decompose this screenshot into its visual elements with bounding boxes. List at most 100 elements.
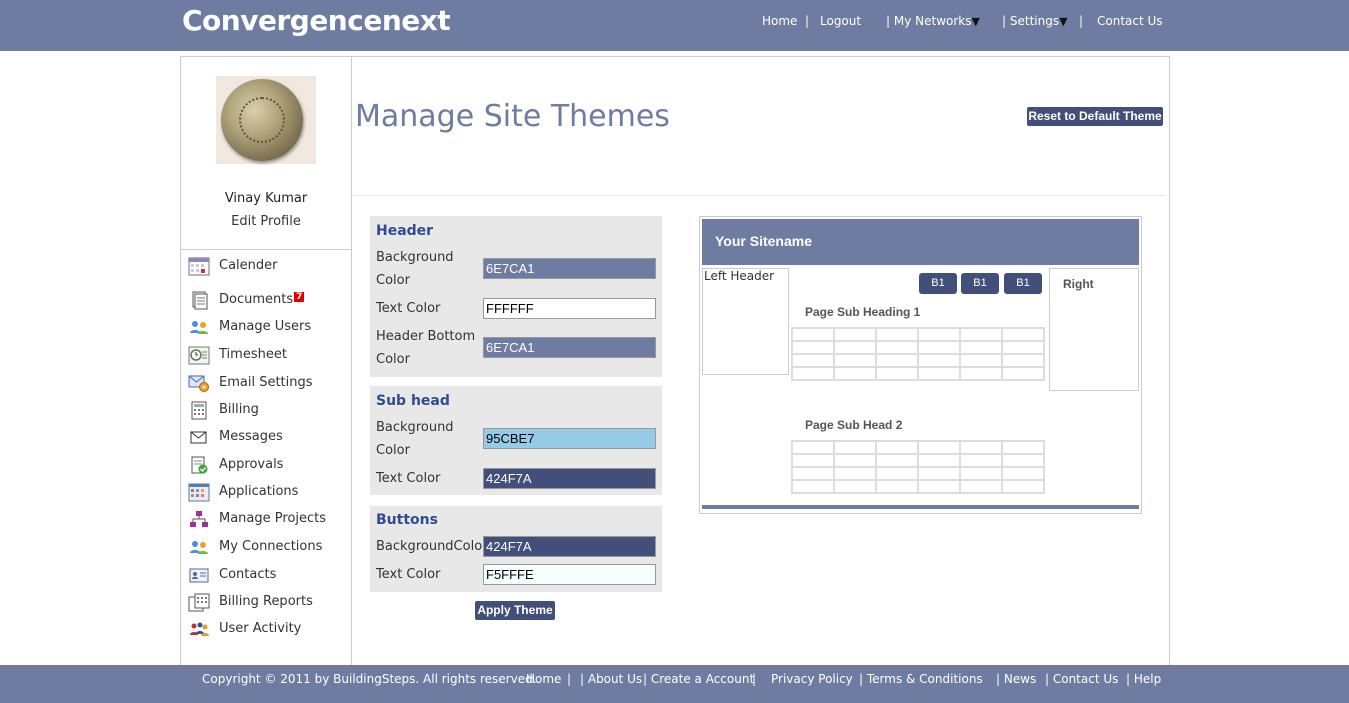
content-divider bbox=[353, 195, 1165, 196]
documents-icon bbox=[192, 291, 208, 310]
sidebar-item-label: Calender bbox=[219, 258, 278, 273]
sidebar-item-label: Billing Reports bbox=[219, 594, 313, 609]
subhead-text-color-label: Text Color bbox=[376, 471, 441, 486]
sidebar-item-billing-reports[interactable]: Billing Reports bbox=[185, 591, 349, 615]
sidebar-item-manage-projects[interactable]: Manage Projects bbox=[185, 508, 349, 532]
footer-privacy-link[interactable]: Privacy Policy bbox=[771, 672, 853, 686]
chevron-down-icon: ▼ bbox=[971, 15, 980, 28]
preview-button: B1 bbox=[919, 273, 957, 294]
nav-logout-link[interactable]: Logout bbox=[820, 14, 861, 28]
apply-theme-button[interactable]: Apply Theme bbox=[475, 601, 555, 620]
subhead-panel-title: Sub head bbox=[376, 393, 450, 409]
sidebar-divider bbox=[181, 249, 351, 250]
footer-terms-link[interactable]: | Terms & Conditions bbox=[859, 672, 983, 686]
footer-home-link[interactable]: Home bbox=[526, 672, 561, 686]
site-footer: Copyright © 2011 by BuildingSteps. All r… bbox=[0, 665, 1349, 703]
sidebar-item-label: Applications bbox=[219, 484, 299, 499]
nav-contact-link[interactable]: Contact Us bbox=[1097, 14, 1163, 28]
preview-sub-heading-2: Page Sub Head 2 bbox=[805, 418, 903, 432]
footer-create-account-link[interactable]: | Create a Account bbox=[643, 672, 754, 686]
sidebar-item-calender[interactable]: Calender bbox=[185, 255, 349, 279]
sidebar-item-applications[interactable]: Applications bbox=[185, 481, 349, 505]
buttons-text-color-input[interactable] bbox=[483, 564, 656, 585]
sidebar-item-my-connections[interactable]: My Connections bbox=[185, 536, 349, 560]
sidebar-item-label: Email Settings bbox=[219, 375, 313, 390]
billing-icon bbox=[191, 401, 207, 420]
page-title: Manage Site Themes bbox=[355, 99, 670, 134]
subhead-settings-panel: Sub head Background Color Text Color bbox=[370, 386, 662, 495]
footer-separator: | bbox=[752, 672, 757, 686]
preview-header: Your Sitename bbox=[702, 219, 1139, 265]
clock-icon bbox=[188, 346, 210, 365]
preview-sitename: Your Sitename bbox=[715, 233, 812, 249]
sidebar-item-label: Manage Users bbox=[219, 319, 312, 334]
header-text-color-input[interactable] bbox=[483, 298, 656, 319]
subhead-bg-label: Background bbox=[376, 420, 454, 435]
sidebar-item-user-activity[interactable]: User Activity bbox=[185, 618, 349, 642]
preview-right-label: Right bbox=[1063, 277, 1094, 291]
nav-home-link[interactable]: Home bbox=[762, 14, 797, 28]
preview-table-1 bbox=[791, 327, 1045, 381]
sidebar-item-billing[interactable]: Billing bbox=[185, 399, 349, 423]
nav-settings-link[interactable]: | Settings▼ bbox=[1002, 14, 1068, 28]
header-bg-color-input[interactable] bbox=[483, 258, 656, 279]
sidebar-item-label: Approvals bbox=[219, 457, 284, 472]
nav-my-networks-label: | My Networks bbox=[886, 14, 972, 28]
sidebar-item-manage-users[interactable]: Manage Users bbox=[185, 316, 349, 340]
sidebar: Vinay Kumar Edit Profile Calender Docume… bbox=[181, 57, 352, 665]
billing-reports-icon bbox=[188, 593, 210, 612]
sidebar-item-label: User Activity bbox=[219, 621, 302, 636]
header-bottom-label: Header Bottom bbox=[376, 329, 476, 344]
sidebar-item-approvals[interactable]: Approvals bbox=[185, 454, 349, 478]
sidebar-item-email-settings[interactable]: Email Settings bbox=[185, 372, 349, 396]
subhead-text-color-input[interactable] bbox=[483, 468, 656, 489]
edit-profile-link[interactable]: Edit Profile bbox=[181, 214, 351, 229]
preview-left-header: Left Header bbox=[702, 268, 789, 375]
main-frame: Vinay Kumar Edit Profile Calender Docume… bbox=[180, 56, 1170, 666]
sidebar-item-label: Timesheet bbox=[219, 347, 287, 362]
sidebar-item-messages[interactable]: Messages bbox=[185, 426, 349, 450]
top-nav: Home | Logout | My Networks▼ | Settings▼… bbox=[0, 14, 1349, 34]
envelope-icon bbox=[190, 431, 207, 444]
header-bg-label-2: Color bbox=[376, 273, 410, 288]
sidebar-item-documents[interactable]: Documents 7 bbox=[185, 289, 349, 313]
footer-about-link[interactable]: | About Us bbox=[580, 672, 642, 686]
coin-image bbox=[221, 79, 303, 161]
buttons-bg-label: BackgroundColor bbox=[376, 539, 488, 554]
sidebar-item-timesheet[interactable]: Timesheet bbox=[185, 344, 349, 368]
buttons-bg-color-input[interactable] bbox=[483, 536, 656, 557]
contacts-icon bbox=[189, 568, 209, 583]
users-icon bbox=[190, 321, 208, 334]
preview-sub-heading-1: Page Sub Heading 1 bbox=[805, 305, 921, 319]
chevron-down-icon: ▼ bbox=[1059, 15, 1068, 28]
header-settings-panel: Header Background Color Text Color Heade… bbox=[370, 216, 662, 377]
footer-copyright: Copyright © 2011 by BuildingSteps. All r… bbox=[202, 672, 537, 686]
nav-separator: | bbox=[1079, 14, 1084, 28]
sidebar-item-label: Billing bbox=[219, 402, 259, 417]
footer-help-link[interactable]: | Help bbox=[1126, 672, 1161, 686]
user-activity-icon bbox=[190, 622, 209, 636]
header-bottom-color-input[interactable] bbox=[483, 337, 656, 358]
footer-contact-link[interactable]: | Contact Us bbox=[1045, 672, 1118, 686]
documents-count-badge: 7 bbox=[294, 292, 305, 302]
subhead-bg-color-input[interactable] bbox=[483, 428, 656, 449]
nav-my-networks-link[interactable]: | My Networks▼ bbox=[886, 14, 980, 28]
sidebar-item-contacts[interactable]: Contacts bbox=[185, 564, 349, 588]
preview-right-panel: Right bbox=[1049, 268, 1139, 391]
sidebar-item-label: My Connections bbox=[219, 539, 323, 554]
email-gear-icon bbox=[188, 375, 209, 392]
preview-button: B1 bbox=[1004, 273, 1042, 294]
sidebar-item-label: Documents bbox=[219, 292, 294, 307]
buttons-settings-panel: Buttons BackgroundColor Text Color bbox=[370, 506, 662, 592]
sidebar-item-label: Contacts bbox=[219, 567, 277, 582]
header-text-color-label: Text Color bbox=[376, 301, 441, 316]
header-bg-label: Background bbox=[376, 250, 454, 265]
sidebar-item-label: Messages bbox=[219, 429, 283, 444]
approval-icon bbox=[191, 456, 208, 474]
calendar-icon bbox=[188, 257, 210, 276]
reset-theme-button[interactable]: Reset to Default Theme bbox=[1027, 107, 1163, 126]
avatar[interactable] bbox=[216, 76, 316, 164]
footer-news-link[interactable]: | News bbox=[996, 672, 1036, 686]
sidebar-item-label: Manage Projects bbox=[219, 511, 327, 526]
footer-separator: | bbox=[567, 672, 572, 686]
